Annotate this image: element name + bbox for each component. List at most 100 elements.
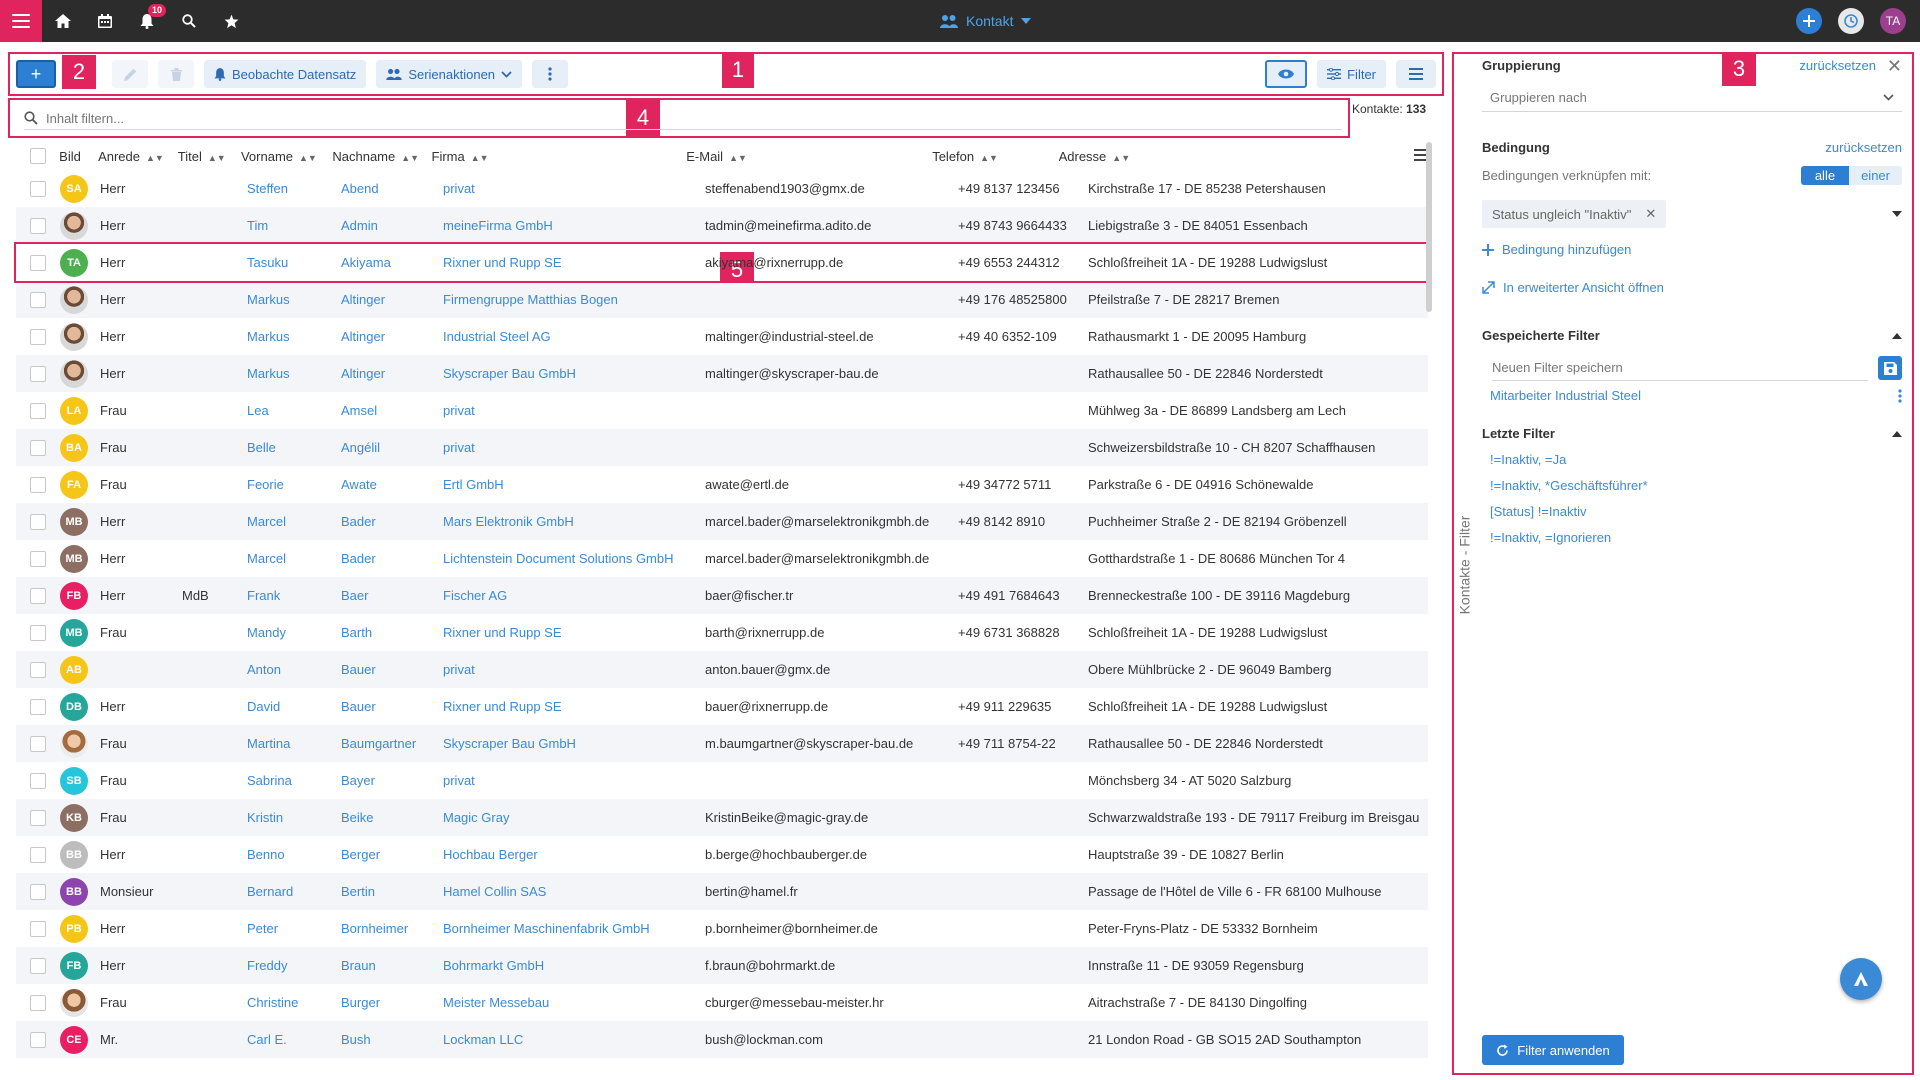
cell-firma[interactable]: Industrial Steel AG bbox=[443, 329, 705, 344]
cell-nachname[interactable]: Berger bbox=[341, 847, 443, 862]
favorites-button[interactable] bbox=[210, 0, 252, 42]
cell-nachname[interactable]: Admin bbox=[341, 218, 443, 233]
row-checkbox[interactable] bbox=[30, 513, 46, 530]
table-row[interactable]: FB Herr MdB Frank Baer Fischer AG baer@fischer… bbox=[16, 577, 1428, 614]
menu-button[interactable] bbox=[0, 0, 42, 42]
cell-nachname[interactable]: Angélil bbox=[341, 440, 443, 455]
cell-nachname[interactable]: Bader bbox=[341, 551, 443, 566]
recent-filter-item[interactable]: !=Inaktiv, *Geschäftsführer* bbox=[1490, 472, 1902, 498]
toggle-all[interactable]: alle bbox=[1800, 166, 1850, 185]
cell-firma[interactable]: meineFirma GmbH bbox=[443, 218, 705, 233]
table-row[interactable]: KB Frau Kristin Beike Magic Gray KristinBeike… bbox=[16, 799, 1428, 836]
table-row[interactable]: PB Herr Peter Bornheimer Bornheimer Maschine… bbox=[16, 910, 1428, 947]
table-row[interactable]: SB Frau Sabrina Bayer privat Mönchsberg 34 - … bbox=[16, 762, 1428, 799]
cell-nachname[interactable]: Bush bbox=[341, 1032, 443, 1047]
cell-nachname[interactable]: Amsel bbox=[341, 403, 443, 418]
row-checkbox[interactable] bbox=[30, 254, 46, 271]
add-contact-button[interactable]: + bbox=[16, 60, 56, 88]
table-row[interactable]: MB Herr Marcel Bader Lichtenstein Document S… bbox=[16, 540, 1428, 577]
recent-filter-item[interactable]: [Status] !=Inaktiv bbox=[1490, 498, 1902, 524]
cell-nachname[interactable]: Barth bbox=[341, 625, 443, 640]
save-filter-button[interactable] bbox=[1878, 356, 1902, 380]
cell-firma[interactable]: Skyscraper Bau GmbH bbox=[443, 366, 705, 381]
more-vertical-icon[interactable] bbox=[1898, 388, 1902, 403]
cell-firma[interactable]: Rixner und Rupp SE bbox=[443, 255, 705, 270]
column-menu-button[interactable] bbox=[1389, 148, 1429, 164]
grouping-reset-link[interactable]: zurücksetzen bbox=[1799, 58, 1876, 73]
cell-firma[interactable]: Magic Gray bbox=[443, 810, 705, 825]
home-button[interactable] bbox=[42, 0, 84, 42]
saved-filter-item[interactable]: Mitarbeiter Industrial Steel bbox=[1482, 388, 1902, 403]
cell-vorname[interactable]: Feorie bbox=[247, 477, 341, 492]
cell-firma[interactable]: Fischer AG bbox=[443, 588, 705, 603]
cell-nachname[interactable]: Baumgartner bbox=[341, 736, 443, 751]
row-checkbox[interactable] bbox=[30, 476, 46, 493]
cell-firma[interactable]: privat bbox=[443, 403, 705, 418]
search-button[interactable] bbox=[168, 0, 210, 42]
caret-down-icon[interactable] bbox=[1892, 211, 1902, 217]
table-row[interactable]: CE Mr. Carl E. Bush Lockman LLC bush@lockman.… bbox=[16, 1021, 1428, 1058]
recent-filter-item[interactable]: !=Inaktiv, =Ja bbox=[1490, 446, 1902, 472]
preview-toggle-button[interactable] bbox=[1265, 60, 1308, 88]
cell-nachname[interactable]: Baer bbox=[341, 588, 443, 603]
cell-firma[interactable]: Hamel Collin SAS bbox=[443, 884, 705, 899]
cell-vorname[interactable]: Belle bbox=[247, 440, 341, 455]
open-extended-link[interactable]: In erweiterter Ansicht öffnen bbox=[1482, 280, 1902, 295]
cell-nachname[interactable]: Awate bbox=[341, 477, 443, 492]
filter-panel-tab[interactable]: Kontakte - Filter bbox=[1454, 500, 1474, 630]
cell-vorname[interactable]: Benno bbox=[247, 847, 341, 862]
cell-firma[interactable]: Firmengruppe Matthias Bogen bbox=[443, 292, 705, 307]
saved-filters-header[interactable]: Gespeicherte Filter bbox=[1482, 328, 1902, 343]
cell-nachname[interactable]: Altinger bbox=[341, 292, 443, 307]
row-checkbox[interactable] bbox=[30, 180, 46, 197]
row-checkbox[interactable] bbox=[30, 772, 46, 789]
col-header-telefon[interactable]: Telefon ▲▼ bbox=[932, 149, 1058, 164]
row-checkbox[interactable] bbox=[30, 291, 46, 308]
row-checkbox[interactable] bbox=[30, 402, 46, 419]
condition-chip[interactable]: Status ungleich "Inaktiv" ✕ bbox=[1482, 200, 1667, 228]
delete-button[interactable] bbox=[158, 60, 194, 88]
user-avatar[interactable]: TA bbox=[1880, 8, 1906, 34]
cell-vorname[interactable]: Christine bbox=[247, 995, 341, 1010]
table-row[interactable]: BB Herr Benno Berger Hochbau Berger b.berge@h… bbox=[16, 836, 1428, 873]
filter-button[interactable]: Filter bbox=[1317, 60, 1386, 88]
assistant-fab[interactable] bbox=[1840, 958, 1882, 1000]
table-row[interactable]: LA Frau Lea Amsel privat Mühlweg 3a - DE 8689… bbox=[16, 392, 1428, 429]
cell-vorname[interactable]: Anton bbox=[247, 662, 341, 677]
col-header-nachname[interactable]: Nachname ▲▼ bbox=[332, 149, 431, 164]
content-filter-input[interactable] bbox=[46, 110, 646, 126]
col-header-adresse[interactable]: Adresse ▲▼ bbox=[1059, 149, 1390, 164]
table-row[interactable]: Herr Markus Altinger Industrial Steel AG mal… bbox=[16, 318, 1428, 355]
table-row[interactable]: Frau Christine Burger Meister Messebau cburg… bbox=[16, 984, 1428, 1021]
row-checkbox[interactable] bbox=[30, 957, 46, 974]
cell-nachname[interactable]: Abend bbox=[341, 181, 443, 196]
cell-nachname[interactable]: Bauer bbox=[341, 662, 443, 677]
cell-vorname[interactable]: Tasuku bbox=[247, 255, 341, 270]
calendar-button[interactable] bbox=[84, 0, 126, 42]
cell-firma[interactable]: Lockman LLC bbox=[443, 1032, 705, 1047]
chip-remove-icon[interactable]: ✕ bbox=[1645, 206, 1656, 222]
table-row[interactable]: AB Anton Bauer privat anton.bauer@gmx.de Ober… bbox=[16, 651, 1428, 688]
close-icon[interactable]: ✕ bbox=[1887, 56, 1902, 77]
row-checkbox[interactable] bbox=[30, 809, 46, 826]
cell-nachname[interactable]: Burger bbox=[341, 995, 443, 1010]
row-checkbox[interactable] bbox=[30, 661, 46, 678]
cell-vorname[interactable]: Bernard bbox=[247, 884, 341, 899]
table-row[interactable]: BA Frau Belle Angélil privat Schweizersbildst… bbox=[16, 429, 1428, 466]
cell-firma[interactable]: Rixner und Rupp SE bbox=[443, 625, 705, 640]
cell-nachname[interactable]: Bauer bbox=[341, 699, 443, 714]
cell-firma[interactable]: Meister Messebau bbox=[443, 995, 705, 1010]
history-button[interactable] bbox=[1838, 8, 1864, 34]
cell-vorname[interactable]: Marcel bbox=[247, 551, 341, 566]
apply-filter-button[interactable]: Filter anwenden bbox=[1482, 1035, 1624, 1065]
recent-filters-header[interactable]: Letzte Filter bbox=[1482, 426, 1902, 441]
cell-vorname[interactable]: Peter bbox=[247, 921, 341, 936]
cell-firma[interactable]: Bornheimer Maschinenfabrik GmbH bbox=[443, 921, 705, 936]
cell-vorname[interactable]: David bbox=[247, 699, 341, 714]
table-row[interactable]: FB Herr Freddy Braun Bohrmarkt GmbH f.braun@b… bbox=[16, 947, 1428, 984]
table-row[interactable]: Herr Tim Admin meineFirma GmbH tadmin@meinef… bbox=[16, 207, 1428, 244]
row-checkbox[interactable] bbox=[30, 920, 46, 937]
more-actions-button[interactable] bbox=[532, 60, 569, 88]
cell-firma[interactable]: privat bbox=[443, 773, 705, 788]
cell-vorname[interactable]: Markus bbox=[247, 292, 341, 307]
